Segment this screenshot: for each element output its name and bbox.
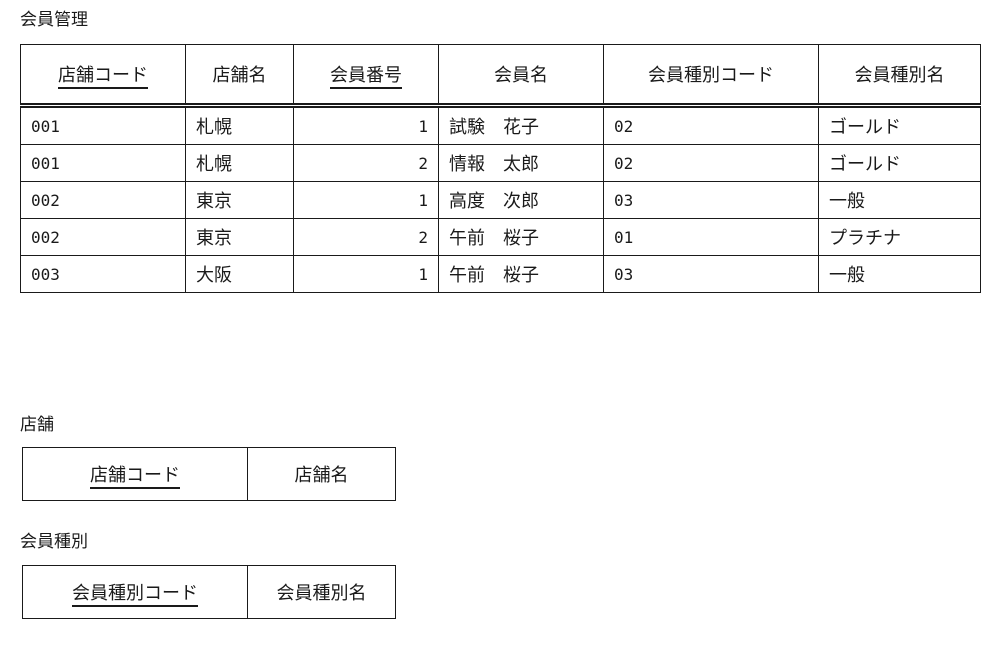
- cell-member-number: 1: [293, 255, 439, 293]
- cell-member-name: 情報 太郎: [438, 144, 604, 182]
- table-row: 002 東京 2 午前 桜子 01 プラチナ: [20, 218, 981, 256]
- cell-member-name: 午前 桜子: [438, 255, 604, 293]
- table-row: 001 札幌 2 情報 太郎 02 ゴールド: [20, 144, 981, 182]
- header-row: 店舗コード 店舗名: [22, 447, 396, 501]
- cell-store-name: 札幌: [185, 105, 294, 145]
- table-row: 001 札幌 1 試験 花子 02 ゴールド: [20, 105, 981, 145]
- header-member-number: 会員番号: [293, 44, 439, 108]
- header-store-name: 店舗名: [185, 44, 294, 108]
- cell-member-number: 2: [293, 218, 439, 256]
- cell-member-type-code: 02: [603, 105, 819, 145]
- header-member-type-name: 会員種別名: [818, 44, 981, 108]
- cell-store-code: 003: [20, 255, 186, 293]
- cell-member-type-name: 一般: [818, 181, 981, 219]
- header-row: 店舗コード 店舗名 会員番号 会員名 会員種別コード 会員種別名: [20, 44, 981, 108]
- cell-store-name: 札幌: [185, 144, 294, 182]
- cell-store-name: 東京: [185, 218, 294, 256]
- cell-store-code: 002: [20, 218, 186, 256]
- cell-store-code: 001: [20, 144, 186, 182]
- cell-member-type-code: 02: [603, 144, 819, 182]
- cell-store-name: 大阪: [185, 255, 294, 293]
- header-member-name: 会員名: [438, 44, 604, 108]
- member-type-table: 会員種別コード 会員種別名: [22, 565, 396, 619]
- header-member-type-name: 会員種別名: [247, 565, 396, 619]
- store-table: 店舗コード 店舗名: [22, 447, 396, 501]
- member-type-table-caption: 会員種別: [20, 532, 88, 552]
- header-store-name: 店舗名: [247, 447, 396, 501]
- cell-member-type-name: ゴールド: [818, 144, 981, 182]
- cell-store-code: 002: [20, 181, 186, 219]
- header-store-code: 店舗コード: [22, 447, 248, 501]
- cell-member-number: 1: [293, 105, 439, 145]
- member-management-table: 店舗コード 店舗名 会員番号 会員名 会員種別コード 会員種別名 001 札幌 …: [20, 44, 981, 293]
- header-member-type-code: 会員種別コード: [603, 44, 819, 108]
- main-table-caption: 会員管理: [20, 10, 88, 30]
- cell-member-type-code: 03: [603, 181, 819, 219]
- cell-store-name: 東京: [185, 181, 294, 219]
- cell-member-type-code: 03: [603, 255, 819, 293]
- cell-member-name: 高度 次郎: [438, 181, 604, 219]
- header-member-type-code: 会員種別コード: [22, 565, 248, 619]
- header-row: 会員種別コード 会員種別名: [22, 565, 396, 619]
- header-store-code: 店舗コード: [20, 44, 186, 108]
- cell-store-code: 001: [20, 105, 186, 145]
- cell-member-type-name: プラチナ: [818, 218, 981, 256]
- cell-member-name: 試験 花子: [438, 105, 604, 145]
- cell-member-type-name: ゴールド: [818, 105, 981, 145]
- cell-member-type-code: 01: [603, 218, 819, 256]
- table-row: 003 大阪 1 午前 桜子 03 一般: [20, 255, 981, 293]
- cell-member-type-name: 一般: [818, 255, 981, 293]
- cell-member-name: 午前 桜子: [438, 218, 604, 256]
- cell-member-number: 1: [293, 181, 439, 219]
- cell-member-number: 2: [293, 144, 439, 182]
- store-table-caption: 店舗: [20, 415, 54, 435]
- table-row: 002 東京 1 高度 次郎 03 一般: [20, 181, 981, 219]
